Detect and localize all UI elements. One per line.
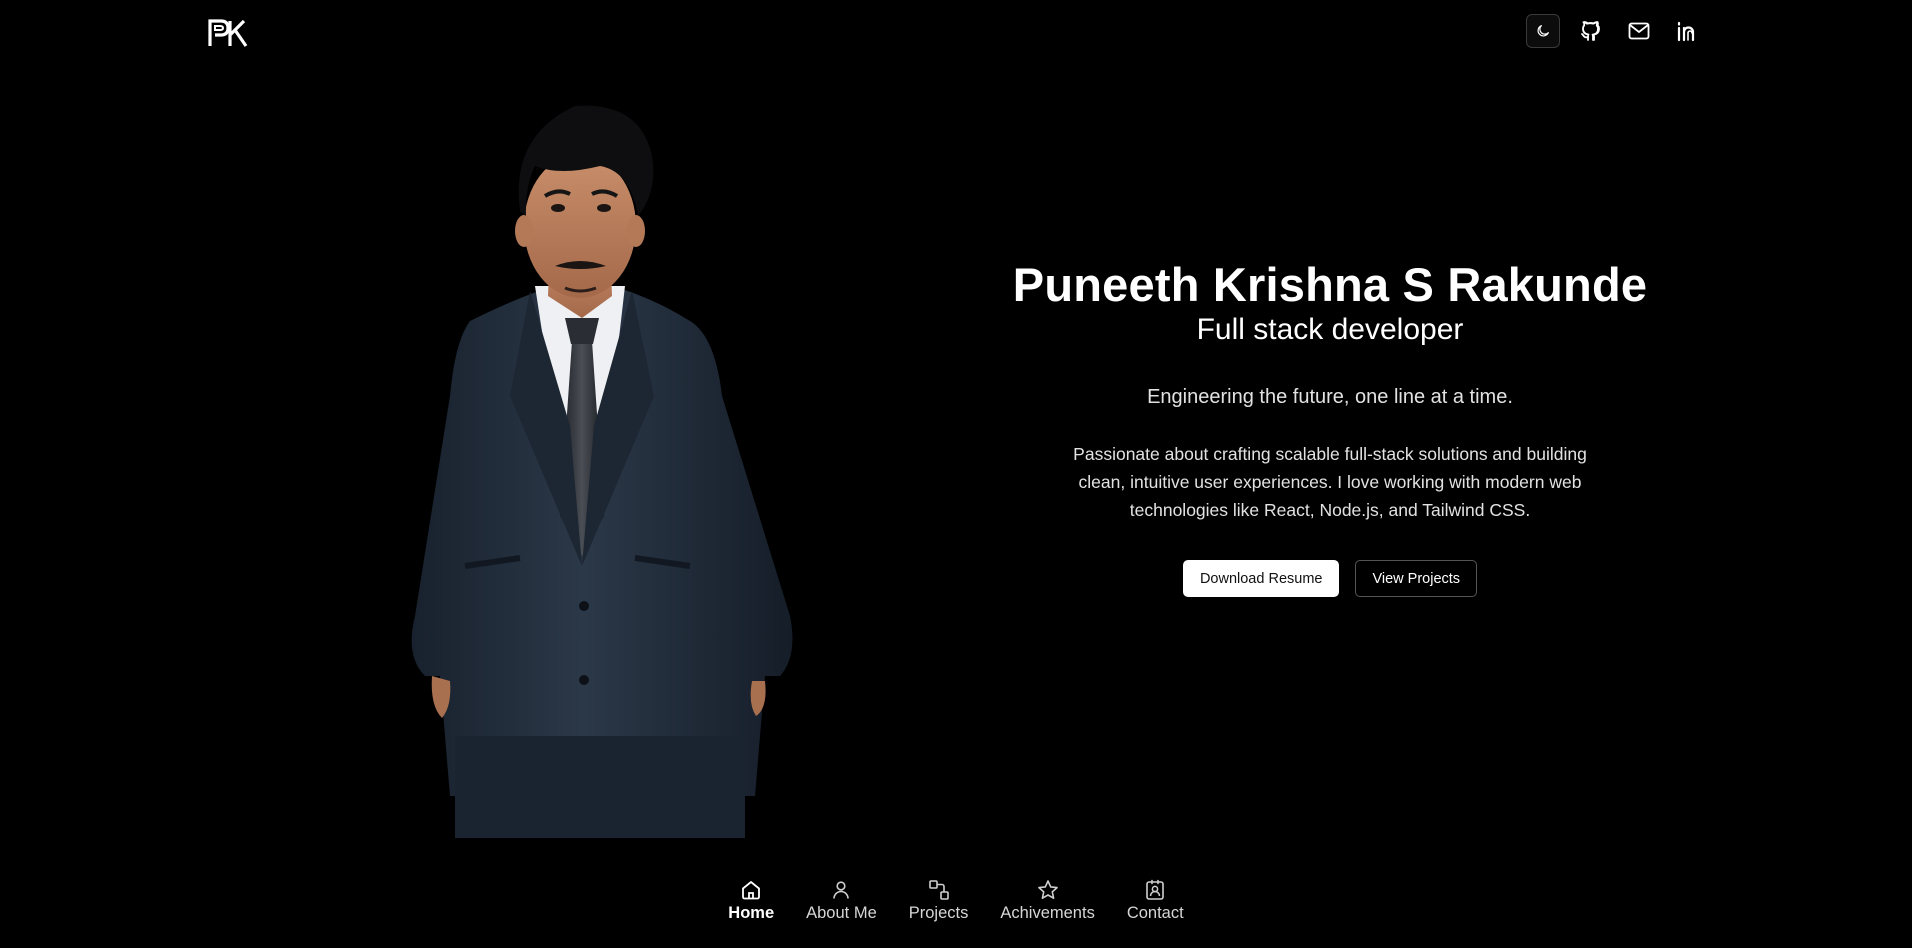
hero-role: Full stack developer — [1196, 313, 1464, 346]
hero-tagline: Engineering the future, one line at a ti… — [1147, 386, 1513, 408]
hero-name: Puneeth Krishna S Rakunde — [1012, 258, 1648, 311]
hero-bio: Passionate about crafting scalable full-… — [1073, 444, 1587, 520]
github-icon — [1581, 21, 1600, 41]
user-icon — [833, 881, 850, 899]
mail-icon — [1628, 22, 1650, 40]
star-icon — [1037, 880, 1058, 899]
nav-item-about[interactable]: About Me — [806, 878, 877, 923]
view-projects-button[interactable]: View Projects — [1355, 560, 1478, 597]
contact-icon — [1146, 879, 1165, 900]
bottom-nav: Home About Me Projects Achivements Conta… — [0, 878, 1912, 923]
header-actions — [1526, 14, 1722, 48]
nav-label-projects: Projects — [908, 904, 969, 922]
home-icon — [742, 881, 761, 900]
person-portrait-image — [411, 105, 793, 838]
nav-label-home: Home — [728, 904, 775, 922]
logo[interactable] — [208, 18, 248, 48]
nav-label-achievements: Achivements — [1000, 904, 1095, 922]
nav-item-achievements[interactable]: Achivements — [1000, 878, 1095, 923]
nav-label-contact: Contact — [1126, 904, 1184, 922]
moon-icon — [1537, 25, 1549, 37]
profile-photo — [360, 96, 800, 838]
download-resume-button[interactable]: Download Resume — [1182, 560, 1340, 597]
nav-item-home[interactable]: Home — [728, 878, 774, 923]
hero-section: Puneeth Krishna S Rakunde Full stack dev… — [950, 258, 1710, 597]
nav-label-about: About Me — [806, 904, 877, 922]
hero-actions: Download Resume View Projects — [950, 560, 1710, 597]
nav-item-projects[interactable]: Projects — [908, 878, 969, 923]
github-link[interactable] — [1578, 18, 1604, 44]
linkedin-icon — [1677, 21, 1695, 42]
linkedin-link[interactable] — [1674, 18, 1700, 44]
pk-logo-icon — [208, 19, 248, 47]
nav-item-contact[interactable]: Contact — [1127, 878, 1184, 923]
theme-toggle-button[interactable] — [1526, 14, 1560, 48]
email-link[interactable] — [1626, 18, 1652, 44]
projects-icon — [928, 880, 949, 900]
